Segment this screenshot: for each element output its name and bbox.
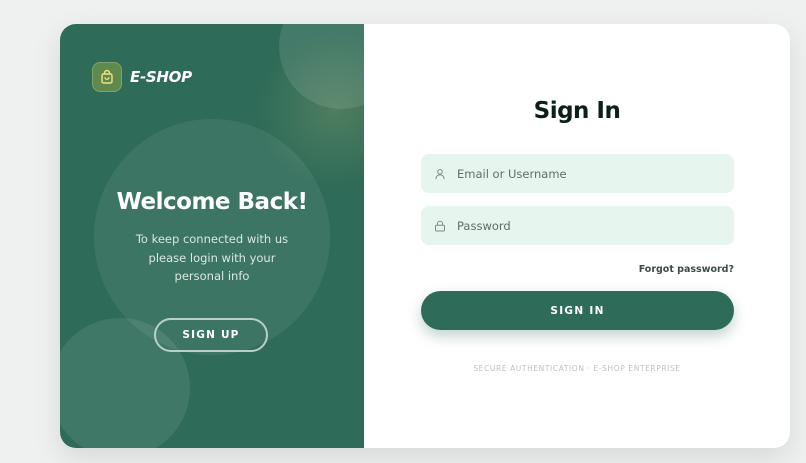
password-field[interactable] — [421, 206, 734, 245]
sign-in-title: Sign In — [533, 98, 621, 124]
sign-up-button[interactable]: SIGN UP — [154, 318, 268, 352]
email-input[interactable] — [457, 166, 717, 181]
lock-icon — [433, 219, 447, 233]
brand-name: E-SHOP — [130, 68, 192, 86]
email-field[interactable] — [421, 154, 734, 193]
user-icon — [433, 167, 447, 181]
password-input[interactable] — [457, 218, 717, 233]
shopping-bag-icon — [92, 62, 122, 92]
welcome-panel: E-SHOP Welcome Back! To keep connected w… — [60, 24, 364, 448]
welcome-subtext: To keep connected with us please login w… — [135, 232, 289, 283]
brand-logo: E-SHOP — [92, 62, 192, 92]
security-footer-note: SECURE AUTHENTICATION · E-SHOP ENTERPRIS… — [473, 364, 681, 373]
login-card: E-SHOP Welcome Back! To keep connected w… — [60, 24, 790, 448]
sign-in-button[interactable]: SIGN IN — [421, 291, 734, 330]
welcome-heading: Welcome Back! — [116, 189, 308, 215]
sign-in-panel: Sign In Forgot password? SIGN IN SECURE … — [364, 24, 790, 448]
forgot-password-link[interactable]: Forgot password? — [614, 264, 734, 275]
